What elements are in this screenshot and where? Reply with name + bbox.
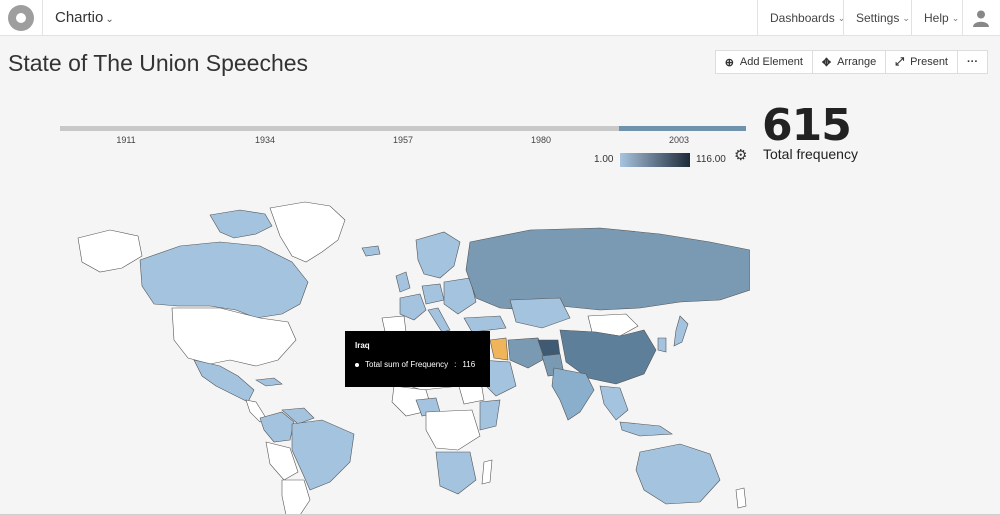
org-switcher[interactable]: Chartio ⌄ [55,9,114,26]
user-icon [973,10,989,27]
country-southeast-asia [599,385,629,421]
country-kazakhstan [509,297,571,329]
dashboard-toolbar: ⊕ Add Element ✥ Arrange ⤢ Present ··· [714,50,988,74]
country-canada [139,241,309,319]
chevron-down-icon: ⌄ [105,14,114,25]
legend-min-value: 1.00 [594,154,614,165]
country-mexico [193,359,255,403]
tooltip-metric: Total sum of Frequency [365,360,449,369]
country-turkey [463,315,507,333]
plus-circle-icon: ⊕ [724,56,734,69]
nav-settings-label: Settings [856,11,900,25]
present-label: Present [910,56,948,68]
chevron-down-icon: ⌄ [902,12,910,23]
country-southern-africa [435,451,477,495]
country-colombia [259,411,295,443]
country-somalia-kenya [479,399,501,431]
country-usa [171,307,297,367]
country-greenland [269,201,346,263]
country-germany [421,283,445,305]
org-name: Chartio [55,9,104,26]
chartio-logo-icon[interactable] [8,5,34,31]
nav-dashboards-label: Dashboards [770,11,835,25]
timeline-tick: 1934 [254,135,276,145]
move-icon: ✥ [821,56,832,69]
divider [42,0,43,36]
page-title: State of The Union Speeches [8,50,309,76]
country-alaska [77,229,143,273]
top-navbar: Chartio ⌄ Dashboards ⌄ Settings ⌄ Help ⌄ [0,0,1000,36]
map-tooltip: Iraq Total sum of Frequency : 116 [345,331,490,387]
nav-help-label: Help [924,11,949,25]
tooltip-value: 116 [462,360,476,369]
timeline-tick: 1980 [530,135,552,145]
kpi-value: 615 [762,100,852,151]
kpi-label: Total frequency [763,146,858,162]
present-button[interactable]: ⤢ Present [885,50,958,74]
user-menu[interactable] [962,0,1000,36]
country-new-zealand [735,487,747,509]
time-slider-selection[interactable] [618,126,746,131]
color-legend-bar [620,153,690,167]
tooltip-separator: : [454,360,457,369]
country-cuba [255,377,283,387]
country-madagascar [481,459,493,485]
country-central-africa [425,409,481,451]
gear-icon[interactable]: ⚙ [734,146,747,164]
country-japan [673,315,689,347]
tooltip-row: Total sum of Frequency : 116 [355,360,480,369]
more-button[interactable]: ··· [957,50,988,74]
timeline-tick: 1957 [392,135,414,145]
add-element-label: Add Element [739,56,803,68]
country-korea [657,337,667,353]
country-scandinavia [415,231,461,279]
legend-max-value: 116.00 [696,154,726,165]
country-canada-islands [209,209,273,239]
ellipsis-icon: ··· [967,56,978,68]
country-uk [395,271,411,293]
country-iraq [489,337,509,361]
time-slider-track[interactable] [60,126,746,131]
timeline-tick: 2003 [668,135,690,145]
country-indonesia [619,421,673,437]
tooltip-country: Iraq [355,341,370,350]
country-italy [427,307,451,333]
country-brazil [291,419,355,491]
country-russia [465,227,750,311]
arrange-button[interactable]: ✥ Arrange [811,50,887,74]
country-iceland [361,245,381,257]
arrange-label: Arrange [837,56,877,68]
timeline-tick: 1911 [116,135,136,145]
expand-icon: ⤢ [895,55,905,68]
chevron-down-icon: ⌄ [951,12,960,23]
country-bolivia-chile-argentina [281,479,311,515]
add-element-button[interactable]: ⊕ Add Element [714,50,813,74]
country-australia [635,443,721,505]
bullet-icon [355,362,359,367]
